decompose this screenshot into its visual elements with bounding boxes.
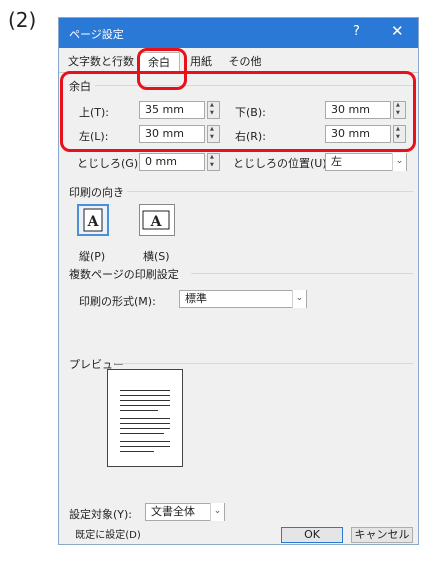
margins-highlight-frame <box>60 71 416 152</box>
preview-line <box>120 418 170 419</box>
apply-to-select[interactable]: 文書全体 ⌄ <box>145 503 225 521</box>
tab-characters-lines[interactable]: 文字数と行数 <box>67 52 135 72</box>
close-button[interactable]: ✕ <box>391 22 404 40</box>
gutter-input[interactable]: 0 mm <box>139 153 205 171</box>
orientation-divider <box>127 191 413 192</box>
preview-line <box>120 446 170 447</box>
preview-line <box>120 400 170 401</box>
print-format-label: 印刷の形式(M): <box>79 295 156 308</box>
preview-line <box>120 428 170 429</box>
preview-line <box>120 423 170 424</box>
ok-button[interactable]: OK <box>281 527 343 543</box>
gutter-label: とじしろ(G): <box>77 157 142 170</box>
page-setup-dialog: ページ設定 ? ✕ 文字数と行数 余白 用紙 その他 余白 上(T): 35 m… <box>58 17 419 545</box>
set-as-default-button[interactable]: 既定に設定(D) <box>69 530 147 544</box>
portrait-page-icon: A <box>83 208 103 232</box>
chevron-down-icon: ⌄ <box>292 290 306 308</box>
orientation-section-label: 印刷の向き <box>69 186 124 199</box>
svg-text:A: A <box>87 214 100 230</box>
gutter-position-select[interactable]: 左 ⌄ <box>325 153 407 171</box>
step-label: (2) <box>8 8 37 32</box>
tab-other[interactable]: その他 <box>223 52 267 72</box>
help-button[interactable]: ? <box>353 24 360 39</box>
multiple-pages-divider <box>191 273 413 274</box>
chevron-down-icon: ⌄ <box>392 153 406 171</box>
preview-line <box>120 390 170 391</box>
cancel-button[interactable]: キャンセル <box>351 527 413 543</box>
preview-divider <box>115 363 413 364</box>
preview-line <box>120 441 170 442</box>
preview-page-thumbnail <box>107 369 183 467</box>
print-format-select[interactable]: 標準 ⌄ <box>179 290 307 308</box>
apply-to-value: 文書全体 <box>151 505 195 518</box>
preview-line <box>120 433 164 434</box>
preview-line <box>120 395 170 396</box>
preview-line <box>120 405 170 406</box>
gutter-position-value: 左 <box>331 155 342 168</box>
landscape-page-icon: A <box>142 210 170 230</box>
preview-line <box>120 410 158 411</box>
landscape-label: 横(S) <box>143 250 170 263</box>
multiple-pages-section-label: 複数ページの印刷設定 <box>69 268 179 281</box>
landscape-button[interactable]: A <box>139 204 175 236</box>
portrait-button[interactable]: A <box>77 204 109 236</box>
title-bar: ページ設定 ? ✕ <box>59 18 418 48</box>
svg-text:A: A <box>150 214 163 230</box>
dialog-title: ページ設定 <box>69 28 124 41</box>
gutter-spinner[interactable] <box>207 153 220 171</box>
tab-paper[interactable]: 用紙 <box>183 52 219 72</box>
gutter-position-label: とじしろの位置(U): <box>233 157 331 170</box>
chevron-down-icon: ⌄ <box>210 503 224 521</box>
apply-to-label: 設定対象(Y): <box>69 508 133 521</box>
print-format-value: 標準 <box>185 292 207 305</box>
preview-line <box>120 451 154 452</box>
portrait-label: 縦(P) <box>79 250 106 263</box>
